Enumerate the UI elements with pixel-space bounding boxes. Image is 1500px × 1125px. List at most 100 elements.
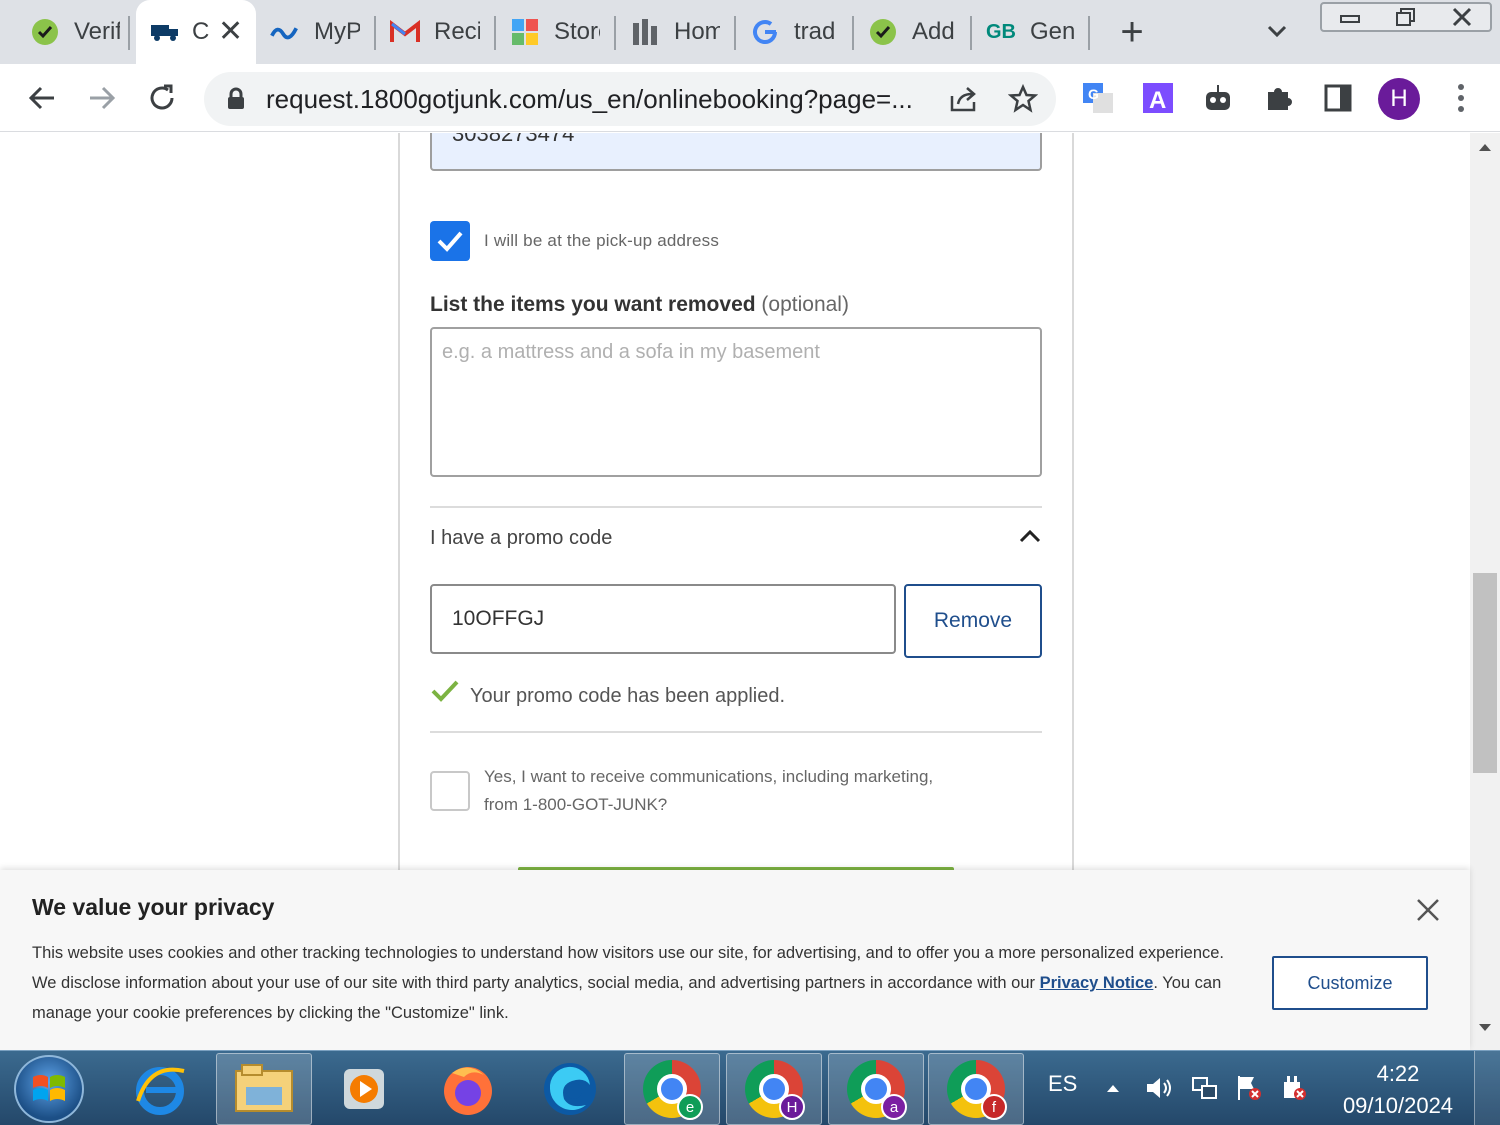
close-icon[interactable] — [1412, 894, 1444, 926]
tab-verif[interactable]: Verif — [0, 0, 120, 64]
marketing-checkbox-label[interactable]: Yes, I want to receive communications, i… — [484, 763, 954, 819]
chevron-down-icon[interactable] — [1262, 16, 1292, 46]
extensions-puzzle-icon[interactable] — [1260, 80, 1296, 116]
cookie-banner-title: We value your privacy — [32, 894, 275, 920]
check-badge-icon — [868, 17, 898, 47]
check-icon — [430, 679, 460, 708]
tab-home[interactable]: Hom — [616, 0, 720, 64]
share-icon[interactable] — [948, 84, 980, 119]
profile-avatar[interactable]: H — [1378, 78, 1420, 120]
language-indicator[interactable]: ES — [1048, 1071, 1077, 1097]
lock-icon[interactable] — [226, 87, 246, 116]
tab-active-1800gotjunk[interactable]: C ✕ — [136, 0, 256, 64]
windows-logo-icon — [33, 1075, 65, 1101]
chrome-icon: a — [847, 1060, 907, 1120]
phone-value: 3038273474 — [452, 133, 575, 146]
address-bar[interactable]: request.1800gotjunk.com/us_en/onlinebook… — [204, 72, 1056, 126]
svg-text:A: A — [1149, 87, 1166, 114]
side-panel-icon[interactable] — [1320, 80, 1356, 116]
restore-icon[interactable] — [1378, 4, 1434, 30]
items-field-label: List the items you want removed (optiona… — [430, 293, 849, 317]
tab-title: Verif — [74, 18, 120, 45]
close-tab-icon[interactable]: ✕ — [218, 17, 243, 47]
marketing-checkbox[interactable] — [430, 771, 470, 811]
start-button[interactable] — [14, 1055, 84, 1123]
new-tab-button[interactable]: + — [1112, 12, 1152, 52]
puzzle-store-icon — [510, 17, 540, 47]
chrome-icon: e — [643, 1060, 703, 1120]
pickup-checkbox-label[interactable]: I will be at the pick-up address — [484, 231, 719, 251]
back-arrow-icon[interactable] — [22, 78, 62, 118]
forward-arrow-icon[interactable] — [82, 78, 122, 118]
url-text[interactable]: request.1800gotjunk.com/us_en/onlinebook… — [266, 84, 913, 115]
chrome-window-h[interactable]: H — [726, 1053, 822, 1125]
promo-code-input[interactable] — [430, 584, 896, 654]
items-textarea[interactable] — [430, 327, 1042, 477]
chrome-window-e[interactable]: e — [624, 1053, 720, 1125]
tab-add[interactable]: Add — [854, 0, 958, 64]
tab-gen[interactable]: GB Gen — [972, 0, 1076, 64]
truck-icon — [150, 17, 180, 47]
optional-tag: (optional) — [761, 293, 849, 316]
file-explorer-icon[interactable] — [216, 1053, 312, 1125]
chrome-window-a[interactable]: a — [828, 1053, 924, 1125]
building-icon — [630, 17, 660, 47]
action-center-flag-icon[interactable] — [1234, 1073, 1264, 1103]
tab-title: Hom — [674, 18, 720, 45]
window-controls — [1320, 2, 1492, 32]
promo-toggle-label: I have a promo code — [430, 526, 613, 549]
chevron-up-icon[interactable] — [1018, 528, 1042, 549]
edge-icon[interactable] — [522, 1053, 618, 1125]
pickup-checkbox[interactable] — [430, 221, 470, 261]
promo-code-toggle[interactable]: I have a promo code — [430, 513, 1042, 563]
chrome-window-f[interactable]: f — [928, 1053, 1024, 1125]
show-desktop-button[interactable] — [1474, 1051, 1500, 1125]
chrome-icon: H — [745, 1060, 805, 1120]
gmail-icon — [390, 17, 420, 47]
privacy-notice-link[interactable]: Privacy Notice — [1040, 974, 1154, 992]
tab-myp[interactable]: MyP — [256, 0, 360, 64]
profile-badge: H — [779, 1094, 805, 1120]
kebab-menu-icon[interactable] — [1446, 80, 1476, 116]
tray-expand-arrow-icon[interactable] — [1098, 1073, 1128, 1103]
robot-icon[interactable] — [1200, 80, 1236, 116]
scroll-up-arrow-icon[interactable] — [1470, 141, 1500, 161]
remove-promo-button[interactable]: Remove — [904, 584, 1042, 658]
scroll-thumb[interactable] — [1473, 573, 1497, 773]
browser-toolbar: request.1800gotjunk.com/us_en/onlinebook… — [0, 64, 1500, 132]
tab-store[interactable]: Store — [496, 0, 600, 64]
text-a-extension-icon[interactable]: A — [1140, 80, 1176, 116]
phone-field[interactable]: 3038273474 — [430, 133, 1042, 171]
profile-badge: e — [677, 1094, 703, 1120]
tab-gmail[interactable]: Recil — [376, 0, 480, 64]
clock-time[interactable]: 4:22 — [1340, 1061, 1456, 1087]
windows-taskbar: e H a f ES 4:22 09/10/2024 — [0, 1050, 1500, 1125]
tab-title: Store — [554, 18, 600, 45]
close-window-icon[interactable] — [1434, 4, 1490, 30]
media-player-icon[interactable] — [316, 1053, 412, 1125]
items-title: List the items you want removed — [430, 293, 756, 316]
wave-logo-icon — [270, 17, 300, 47]
scroll-down-arrow-icon[interactable] — [1470, 1022, 1500, 1042]
customize-button[interactable]: Customize — [1272, 956, 1428, 1010]
clock-date[interactable]: 09/10/2024 — [1340, 1093, 1456, 1119]
google-icon — [750, 17, 780, 47]
volume-icon[interactable] — [1144, 1073, 1174, 1103]
minimize-icon[interactable] — [1322, 4, 1378, 30]
chrome-icon: f — [947, 1060, 1007, 1120]
profile-badge: a — [881, 1094, 907, 1120]
page-scrollbar[interactable] — [1470, 133, 1500, 1050]
profile-badge: f — [981, 1094, 1007, 1120]
tab-title: MyP — [314, 18, 360, 45]
network-icon[interactable] — [1190, 1073, 1220, 1103]
tab-title: trad — [794, 18, 836, 45]
browser-tab-strip: Verif C ✕ MyP Recil Store Hom — [0, 0, 1500, 64]
tab-title: Add — [912, 18, 955, 45]
tab-google[interactable]: trad — [736, 0, 840, 64]
google-translate-icon[interactable]: G — [1080, 80, 1116, 116]
bookmark-star-icon[interactable] — [1007, 83, 1039, 119]
reload-icon[interactable] — [142, 78, 182, 118]
firefox-icon[interactable] — [420, 1053, 516, 1125]
internet-explorer-icon[interactable] — [112, 1053, 208, 1125]
power-plug-warning-icon[interactable] — [1278, 1073, 1308, 1103]
